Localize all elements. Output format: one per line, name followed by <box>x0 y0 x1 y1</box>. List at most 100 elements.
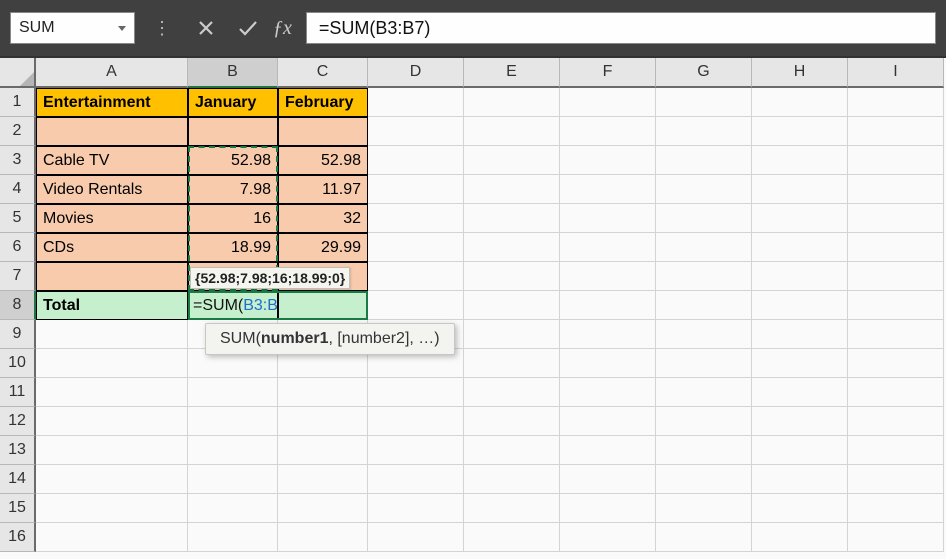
row-header-9[interactable]: 9 <box>0 320 36 349</box>
cell[interactable] <box>752 494 848 523</box>
select-all-corner[interactable] <box>0 58 36 88</box>
cell-B8-editing[interactable]: =SUM(B3:B7) <box>188 291 278 320</box>
cell[interactable] <box>36 320 188 349</box>
cell-B6[interactable]: 18.99 <box>188 233 278 262</box>
cell[interactable] <box>560 117 656 146</box>
cell[interactable] <box>464 378 560 407</box>
cell[interactable] <box>36 407 188 436</box>
cell-C8[interactable] <box>278 291 368 320</box>
cell[interactable] <box>752 378 848 407</box>
cell[interactable] <box>368 88 464 117</box>
cell[interactable] <box>560 291 656 320</box>
cell[interactable] <box>560 523 656 552</box>
cell[interactable] <box>188 494 278 523</box>
name-box-dropdown-icon[interactable] <box>118 26 126 31</box>
col-header-G[interactable]: G <box>656 58 752 88</box>
cell[interactable] <box>656 494 752 523</box>
cell[interactable] <box>752 262 848 291</box>
cell[interactable] <box>368 494 464 523</box>
cell[interactable] <box>368 465 464 494</box>
cell[interactable] <box>368 378 464 407</box>
cell[interactable] <box>464 262 560 291</box>
cell[interactable] <box>752 523 848 552</box>
cell[interactable] <box>188 465 278 494</box>
row-header-2[interactable]: 2 <box>0 117 36 146</box>
cell[interactable] <box>368 233 464 262</box>
cell[interactable] <box>560 146 656 175</box>
cell[interactable] <box>656 291 752 320</box>
cell[interactable] <box>368 175 464 204</box>
cell[interactable] <box>848 378 944 407</box>
cell[interactable] <box>368 262 464 291</box>
cell[interactable] <box>656 175 752 204</box>
cell[interactable] <box>656 204 752 233</box>
cell[interactable] <box>848 175 944 204</box>
cell[interactable] <box>464 291 560 320</box>
cell[interactable] <box>464 349 560 378</box>
cell[interactable] <box>464 436 560 465</box>
cell-C3[interactable]: 52.98 <box>278 146 368 175</box>
col-header-E[interactable]: E <box>464 58 560 88</box>
cell[interactable] <box>278 378 368 407</box>
cell[interactable] <box>188 378 278 407</box>
cell[interactable] <box>656 233 752 262</box>
cell[interactable] <box>848 320 944 349</box>
cell-A6[interactable]: CDs <box>36 233 188 262</box>
cell[interactable] <box>848 494 944 523</box>
cell[interactable] <box>278 465 368 494</box>
cell-A7[interactable] <box>36 262 188 291</box>
cell[interactable] <box>848 436 944 465</box>
row-header-7[interactable]: 7 <box>0 262 36 291</box>
cell[interactable] <box>848 523 944 552</box>
cell[interactable] <box>752 233 848 262</box>
cell-B1[interactable]: January <box>188 88 278 117</box>
cell[interactable] <box>368 291 464 320</box>
row-header-1[interactable]: 1 <box>0 88 36 117</box>
cell[interactable] <box>464 146 560 175</box>
col-header-C[interactable]: C <box>278 58 368 88</box>
cell[interactable] <box>36 349 188 378</box>
cell[interactable] <box>36 465 188 494</box>
cell[interactable] <box>656 378 752 407</box>
cell[interactable] <box>368 146 464 175</box>
cell[interactable] <box>278 436 368 465</box>
cell-C4[interactable]: 11.97 <box>278 175 368 204</box>
cell[interactable] <box>464 407 560 436</box>
cell[interactable] <box>560 378 656 407</box>
cell[interactable] <box>656 320 752 349</box>
cell[interactable] <box>848 233 944 262</box>
cell-A5[interactable]: Movies <box>36 204 188 233</box>
cell[interactable] <box>656 523 752 552</box>
cell-C1[interactable]: February <box>278 88 368 117</box>
row-header-5[interactable]: 5 <box>0 204 36 233</box>
cell[interactable] <box>752 407 848 436</box>
cell[interactable] <box>464 88 560 117</box>
cell-B3[interactable]: 52.98 <box>188 146 278 175</box>
cell[interactable] <box>752 175 848 204</box>
cell[interactable] <box>464 320 560 349</box>
cell[interactable] <box>560 349 656 378</box>
col-header-A[interactable]: A <box>36 58 188 88</box>
cell[interactable] <box>560 465 656 494</box>
row-header-3[interactable]: 3 <box>0 146 36 175</box>
cell[interactable] <box>848 407 944 436</box>
row-header-4[interactable]: 4 <box>0 175 36 204</box>
cell[interactable] <box>752 465 848 494</box>
cell[interactable] <box>368 523 464 552</box>
row-header-11[interactable]: 11 <box>0 378 36 407</box>
cell[interactable] <box>656 146 752 175</box>
cell-A8[interactable]: Total <box>36 291 188 320</box>
row-header-14[interactable]: 14 <box>0 465 36 494</box>
row-header-16[interactable]: 16 <box>0 523 36 552</box>
cell[interactable] <box>656 117 752 146</box>
cell[interactable] <box>656 262 752 291</box>
cell[interactable] <box>188 436 278 465</box>
cell[interactable] <box>752 291 848 320</box>
cell[interactable] <box>656 436 752 465</box>
cell[interactable] <box>848 146 944 175</box>
cell-C6[interactable]: 29.99 <box>278 233 368 262</box>
col-header-B[interactable]: B <box>188 58 278 88</box>
row-header-15[interactable]: 15 <box>0 494 36 523</box>
cell[interactable] <box>752 146 848 175</box>
col-header-D[interactable]: D <box>368 58 464 88</box>
